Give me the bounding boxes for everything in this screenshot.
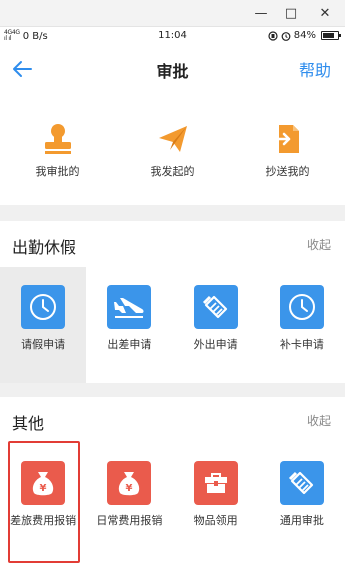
svg-text:¥: ¥ <box>40 483 47 494</box>
grid-item-leave-request[interactable]: 请假申请 <box>0 267 87 383</box>
grid-item-travel-expense[interactable]: ¥ 差旅费用报销 <box>0 443 86 569</box>
cast-icon <box>268 30 278 41</box>
other-grid: ¥ 差旅费用报销 ¥ 日常费用报销 物品领用 通用审批 <box>0 443 345 569</box>
battery-icon <box>321 31 341 40</box>
quick-item-my-approvals[interactable]: 我审批的 <box>0 93 115 205</box>
section-title: 其他 <box>12 414 45 433</box>
grid-item-item-requisition[interactable]: 物品领用 <box>173 443 259 569</box>
close-button[interactable]: ✕ <box>308 0 342 26</box>
grid-item-outing[interactable]: 外出申请 <box>173 267 259 383</box>
quick-item-label: 我发起的 <box>150 165 195 178</box>
svg-text:¥: ¥ <box>126 483 133 494</box>
clock-icon <box>279 285 324 329</box>
status-bar: 4G4G ıl ıl 0 B/s 11:04 84% <box>0 27 345 45</box>
grid-item-clock-in-correction[interactable]: 补卡申请 <box>259 267 345 383</box>
toolbox-icon <box>193 461 238 505</box>
grid-item-business-trip[interactable]: 出差申请 <box>86 267 172 383</box>
grid-item-general-approval[interactable]: 通用审批 <box>259 443 345 569</box>
collapse-button[interactable]: 收起 <box>307 236 331 253</box>
divider <box>0 205 345 221</box>
grid-item-label: 日常费用报销 <box>96 514 163 527</box>
alarm-icon <box>281 31 291 41</box>
section-attendance-header: 出勤休假 收起 <box>0 221 345 267</box>
help-link[interactable]: 帮助 <box>299 57 331 81</box>
grid-item-label: 请假申请 <box>21 338 66 351</box>
clock-icon <box>21 285 66 329</box>
app-header: 审批 帮助 <box>0 45 345 93</box>
airplane-icon <box>107 285 152 329</box>
battery-percent: 84% <box>293 30 316 41</box>
window-titlebar: — □ ✕ <box>0 0 345 27</box>
money-bag-icon: ¥ <box>107 461 152 505</box>
quick-item-label: 抄送我的 <box>265 165 310 178</box>
grid-item-label: 差旅费用报销 <box>10 514 77 527</box>
grid-item-label: 出差申请 <box>107 338 152 351</box>
quick-item-cc-me[interactable]: 抄送我的 <box>230 93 345 205</box>
handshake-icon <box>193 285 238 329</box>
forward-doc-icon <box>270 121 306 157</box>
grid-item-label: 通用审批 <box>279 514 324 527</box>
section-other-header: 其他 收起 <box>0 397 345 443</box>
page-title: 审批 <box>156 62 189 81</box>
section-title: 出勤休假 <box>12 238 77 257</box>
grid-item-label: 外出申请 <box>193 338 238 351</box>
money-bag-icon: ¥ <box>21 461 66 505</box>
collapse-button[interactable]: 收起 <box>307 412 331 429</box>
paper-plane-icon <box>155 121 191 157</box>
quick-actions: 我审批的 我发起的 抄送我的 <box>0 93 345 205</box>
attendance-grid: 请假申请 出差申请 外出申请 补卡申请 <box>0 267 345 383</box>
grid-item-label: 补卡申请 <box>279 338 324 351</box>
quick-item-label: 我审批的 <box>35 165 80 178</box>
handshake-icon <box>279 461 324 505</box>
minimize-button[interactable]: — <box>244 0 278 26</box>
quick-item-initiated[interactable]: 我发起的 <box>115 93 230 205</box>
grid-item-label: 物品领用 <box>193 514 238 527</box>
grid-item-daily-expense[interactable]: ¥ 日常费用报销 <box>86 443 172 569</box>
maximize-button[interactable]: □ <box>274 0 308 26</box>
stamp-icon <box>40 121 76 157</box>
